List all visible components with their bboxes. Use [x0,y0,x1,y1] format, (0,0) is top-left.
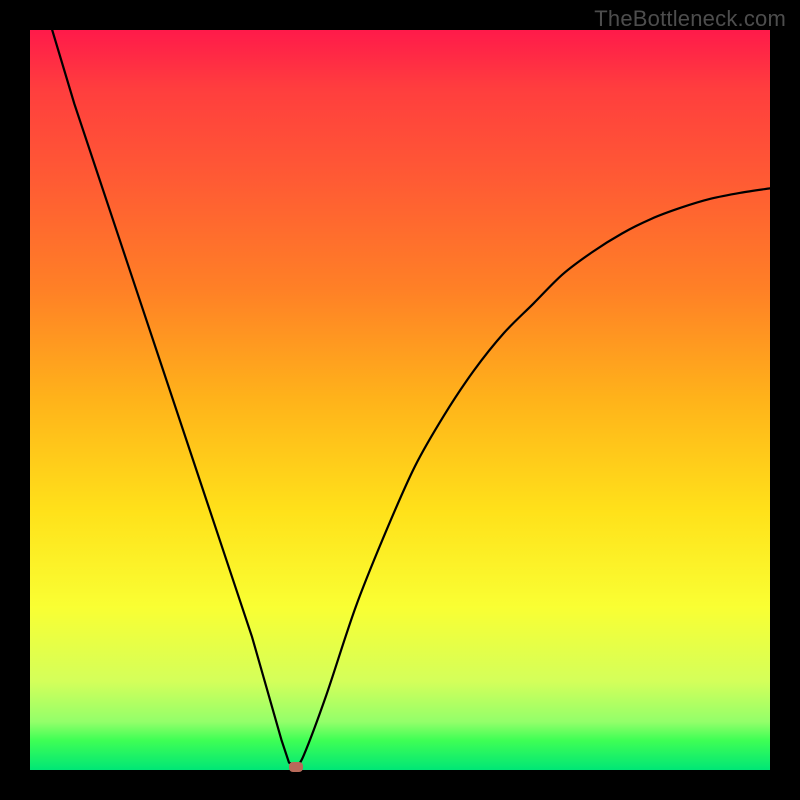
bottleneck-curve [30,30,770,770]
plot-area [30,30,770,770]
chart-frame: TheBottleneck.com [0,0,800,800]
optimal-point-marker [289,762,303,772]
watermark-label: TheBottleneck.com [594,6,786,32]
